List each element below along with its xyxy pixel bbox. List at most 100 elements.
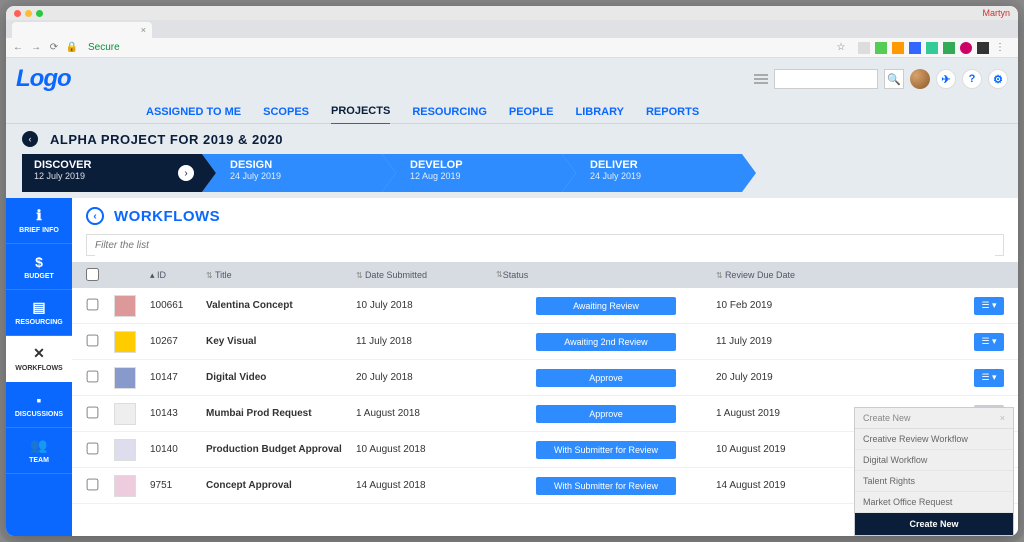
chevron-right-icon[interactable]: › [178, 165, 194, 181]
row-title[interactable]: Production Budget Approval [206, 444, 356, 455]
nav-assigned-to-me[interactable]: ASSIGNED TO ME [146, 100, 241, 124]
phase-discover[interactable]: DISCOVER12 July 2019› [22, 154, 202, 192]
row-thumbnail[interactable] [114, 367, 136, 389]
row-review-date: 11 July 2019 [716, 336, 866, 347]
row-title[interactable]: Concept Approval [206, 480, 356, 491]
phase-design[interactable]: DESIGN24 July 2019 [202, 154, 382, 192]
sidebar-item-workflows[interactable]: ✕WORKFLOWS [6, 336, 72, 382]
row-date: 10 July 2018 [356, 300, 496, 311]
back-button[interactable]: ‹ [22, 131, 38, 147]
sidebar-item-brief-info[interactable]: ℹBRIEF INFO [6, 198, 72, 244]
row-id: 9751 [150, 480, 206, 491]
window-close-dot[interactable] [14, 10, 21, 17]
row-status[interactable]: Approve [536, 369, 676, 387]
window-min-dot[interactable] [25, 10, 32, 17]
nav-reload-icon[interactable]: ⟳ [48, 42, 60, 54]
col-title[interactable]: Title [206, 270, 356, 280]
col-review[interactable]: Review Due Date [716, 270, 866, 280]
row-status[interactable]: Awaiting 2nd Review [536, 333, 676, 351]
row-thumbnail[interactable] [114, 439, 136, 461]
section-back-button[interactable]: ‹ [86, 207, 104, 225]
row-actions-button[interactable]: ☰ ▾ [974, 297, 1004, 315]
row-checkbox[interactable] [87, 478, 99, 490]
nav-back-icon[interactable]: ← [12, 42, 24, 54]
row-id: 100661 [150, 300, 206, 311]
sidebar-item-team[interactable]: 👥TEAM [6, 428, 72, 474]
row-actions-button[interactable]: ☰ ▾ [974, 333, 1004, 351]
ext-icon[interactable] [858, 42, 870, 54]
select-all-checkbox[interactable] [86, 268, 99, 281]
filter-input[interactable] [95, 236, 995, 256]
ext-icon[interactable] [960, 42, 972, 54]
browser-tab[interactable]: × [12, 22, 152, 38]
close-icon[interactable]: × [141, 25, 146, 35]
dropdown-item[interactable]: Talent Rights [855, 471, 1013, 492]
sidebar-item-label: RESOURCING [15, 319, 62, 326]
row-checkbox[interactable] [87, 370, 99, 382]
create-new-button[interactable]: Create New [855, 513, 1013, 535]
row-checkbox[interactable] [87, 334, 99, 346]
sidebar-item-resourcing[interactable]: ▤RESOURCING [6, 290, 72, 336]
row-thumbnail[interactable] [114, 475, 136, 497]
star-icon[interactable]: ☆ [835, 42, 847, 54]
row-status[interactable]: Approve [536, 405, 676, 423]
row-title[interactable]: Key Visual [206, 336, 356, 347]
notify-button[interactable]: ✈ [936, 69, 956, 89]
hamburger-icon[interactable] [754, 74, 768, 84]
sidebar-item-discussions[interactable]: ▪DISCUSSIONS [6, 382, 72, 428]
dropdown-item[interactable]: Creative Review Workflow [855, 429, 1013, 450]
row-status[interactable]: With Submitter for Review [536, 477, 676, 495]
row-date: 14 August 2018 [356, 480, 496, 491]
os-user: Martyn [982, 8, 1010, 18]
row-thumbnail[interactable] [114, 295, 136, 317]
col-status[interactable]: Status [496, 270, 716, 280]
row-actions-button[interactable]: ☰ ▾ [974, 369, 1004, 387]
nav-scopes[interactable]: SCOPES [263, 100, 309, 124]
menu-icon[interactable]: ⋮ [994, 42, 1006, 54]
row-id: 10143 [150, 408, 206, 419]
sidebar-item-budget[interactable]: $BUDGET [6, 244, 72, 290]
settings-button[interactable]: ⚙ [988, 69, 1008, 89]
nav-fwd-icon[interactable]: → [30, 42, 42, 54]
nav-people[interactable]: PEOPLE [509, 100, 554, 124]
row-id: 10140 [150, 444, 206, 455]
ext-icon[interactable] [926, 42, 938, 54]
ext-icon[interactable] [909, 42, 921, 54]
search-input[interactable] [774, 69, 878, 89]
window-max-dot[interactable] [36, 10, 43, 17]
dropdown-item[interactable]: Market Office Request [855, 492, 1013, 513]
secure-label: Secure [88, 42, 120, 53]
help-button[interactable]: ? [962, 69, 982, 89]
phase-deliver[interactable]: DELIVER24 July 2019 [562, 154, 742, 192]
nav-resourcing[interactable]: RESOURCING [412, 100, 487, 124]
ext-icon[interactable] [892, 42, 904, 54]
row-title[interactable]: Digital Video [206, 372, 356, 383]
table-row: 10267Key Visual11 July 2018Awaiting 2nd … [72, 324, 1018, 360]
table-row: 10147Digital Video20 July 2018Approve20 … [72, 360, 1018, 396]
search-button[interactable]: 🔍 [884, 69, 904, 89]
avatar[interactable] [910, 69, 930, 89]
window-titlebar: Martyn [6, 6, 1018, 20]
row-thumbnail[interactable] [114, 403, 136, 425]
nav-projects[interactable]: PROJECTS [331, 99, 390, 125]
nav-library[interactable]: LIBRARY [576, 100, 624, 124]
row-title[interactable]: Valentina Concept [206, 300, 356, 311]
row-title[interactable]: Mumbai Prod Request [206, 408, 356, 419]
col-id[interactable]: ID [150, 270, 206, 281]
row-checkbox[interactable] [87, 442, 99, 454]
row-status[interactable]: With Submitter for Review [536, 441, 676, 459]
ext-icon[interactable] [977, 42, 989, 54]
row-checkbox[interactable] [87, 298, 99, 310]
ext-icon[interactable] [943, 42, 955, 54]
phase-develop[interactable]: DEVELOP12 Aug 2019 [382, 154, 562, 192]
filter-box[interactable] [86, 234, 1004, 256]
row-checkbox[interactable] [87, 406, 99, 418]
row-status[interactable]: Awaiting Review [536, 297, 676, 315]
dropdown-item[interactable]: Digital Workflow [855, 450, 1013, 471]
col-date[interactable]: Date Submitted [356, 270, 496, 280]
close-icon[interactable]: × [1000, 413, 1005, 423]
nav-reports[interactable]: REPORTS [646, 100, 699, 124]
app-logo[interactable]: Logo [16, 65, 71, 93]
row-thumbnail[interactable] [114, 331, 136, 353]
ext-icon[interactable] [875, 42, 887, 54]
